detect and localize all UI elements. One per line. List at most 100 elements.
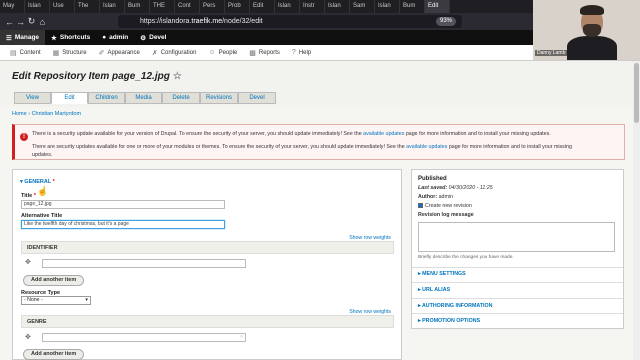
menu-settings-toggle[interactable]: ▸ MENU SETTINGS bbox=[418, 271, 466, 277]
title-label: Title * bbox=[21, 193, 36, 199]
author-value: admin bbox=[438, 194, 454, 200]
browser-tab[interactable]: Pers bbox=[200, 0, 225, 13]
home-icon[interactable]: ⌂ bbox=[37, 17, 48, 27]
browser-tab[interactable]: THE bbox=[150, 0, 175, 13]
alt-title-input[interactable]: Like the twelfth day of christmas, but i… bbox=[21, 220, 225, 229]
gear-icon: ⚙ bbox=[140, 34, 147, 42]
forward-icon[interactable]: → bbox=[15, 17, 26, 27]
menu-settings-label: MENU SETTINGS bbox=[422, 271, 466, 277]
divider bbox=[412, 298, 623, 299]
url-path: /node/32/edit bbox=[222, 18, 263, 25]
revision-log-textarea[interactable] bbox=[418, 222, 615, 252]
url-prefix: https://islandora. bbox=[140, 18, 192, 25]
reload-icon[interactable]: ↻ bbox=[26, 16, 37, 27]
content-icon: ▤ bbox=[10, 49, 17, 57]
browser-tab[interactable]: Edit bbox=[425, 0, 450, 13]
menu-help[interactable]: ? Help bbox=[286, 49, 317, 56]
user-button[interactable]: ● admin bbox=[96, 30, 134, 45]
published-status: Published bbox=[418, 176, 447, 182]
breadcrumb-home[interactable]: Home bbox=[12, 111, 27, 117]
tab-revisions[interactable]: Revisions bbox=[200, 92, 238, 104]
available-updates-link-1[interactable]: available updates bbox=[363, 131, 404, 137]
devel-button[interactable]: ⚙ Devel bbox=[134, 30, 172, 45]
add-genre-button[interactable]: Add another item bbox=[23, 349, 85, 360]
author-label: Author: bbox=[418, 194, 438, 200]
create-revision-checkbox[interactable]: Create new revision bbox=[418, 203, 472, 209]
browser-tab[interactable]: Sam bbox=[350, 0, 375, 13]
title-label-text: Title bbox=[21, 193, 33, 199]
menu-structure[interactable]: ▦ Structure bbox=[47, 49, 93, 57]
manage-label: Manage bbox=[14, 34, 40, 41]
address-bar[interactable]: https://islandora.traefik.me/node/32/edi… bbox=[118, 15, 462, 28]
title-required-marker: * bbox=[33, 193, 36, 199]
url-host: traefik.me bbox=[191, 18, 223, 25]
alt-title-label: Alternative Title bbox=[21, 213, 63, 219]
menu-appearance[interactable]: ✐ Appearance bbox=[93, 49, 146, 57]
chevron-down-icon: ▾ bbox=[85, 297, 88, 303]
message-2-text: There are security updates available for… bbox=[32, 144, 407, 150]
tab-delete[interactable]: Delete bbox=[162, 92, 200, 104]
browser-tab[interactable]: Bum bbox=[400, 0, 425, 13]
breadcrumb-item[interactable]: Christian Martyrdom bbox=[32, 111, 82, 117]
general-section-toggle[interactable]: ▾ GENERAL * bbox=[20, 179, 55, 185]
revision-help: Briefly describe the changes you have ma… bbox=[418, 255, 514, 260]
local-tabs: View Edit Children Media Delete Revisions Deve… bbox=[14, 92, 276, 104]
chart-icon: ▩ bbox=[249, 49, 256, 57]
devel-label: Devel bbox=[149, 34, 167, 41]
browser-tab[interactable]: May bbox=[0, 0, 25, 13]
browser-tab[interactable]: Islan bbox=[325, 0, 350, 13]
help-icon: ? bbox=[291, 49, 296, 56]
authoring-information-label: AUTHORING INFORMATION bbox=[421, 303, 493, 309]
tab-view[interactable]: View bbox=[14, 92, 51, 104]
tab-edit[interactable]: Edit bbox=[51, 92, 88, 104]
title-input[interactable]: page_12.jpg bbox=[21, 200, 225, 209]
browser-tab[interactable]: Use bbox=[50, 0, 75, 13]
drag-handle-icon[interactable]: ✥ bbox=[25, 258, 31, 266]
menu-reports[interactable]: ▩ Reports bbox=[243, 49, 286, 57]
browser-tab[interactable]: Edit bbox=[250, 0, 275, 13]
genre-drag-handle-icon[interactable]: ✥ bbox=[25, 333, 31, 341]
shortcut-star-icon[interactable]: ☆ bbox=[173, 71, 182, 82]
browser-tab[interactable]: Islan bbox=[375, 0, 400, 13]
browser-tab[interactable]: Instr bbox=[300, 0, 325, 13]
tab-children[interactable]: Children bbox=[88, 92, 125, 104]
browser-tab[interactable]: Prob bbox=[225, 0, 250, 13]
tab-media[interactable]: Media bbox=[125, 92, 162, 104]
error-icon: ! bbox=[20, 133, 28, 141]
back-icon[interactable]: ← bbox=[4, 17, 15, 27]
browser-tab[interactable]: Islan bbox=[25, 0, 50, 13]
identifier-header: IDENTIFIER bbox=[21, 241, 394, 254]
browser-tab[interactable]: Islan bbox=[100, 0, 125, 13]
checkbox-checked-icon[interactable] bbox=[418, 203, 423, 209]
page-scrollbar[interactable] bbox=[633, 61, 640, 360]
available-updates-link-2[interactable]: available updates bbox=[406, 144, 447, 150]
menu-configuration[interactable]: ✗ Configuration bbox=[146, 49, 203, 57]
browser-tab[interactable]: The bbox=[75, 0, 100, 13]
promotion-options-toggle[interactable]: ▸ PROMOTION OPTIONS bbox=[418, 318, 480, 324]
resource-type-select[interactable]: - None - ▾ bbox=[21, 296, 91, 305]
authoring-information-toggle[interactable]: ▸ AUTHORING INFORMATION bbox=[418, 303, 492, 309]
browser-tab[interactable]: Bum bbox=[125, 0, 150, 13]
menu-content[interactable]: ▤ Content bbox=[4, 49, 47, 57]
browser-tab[interactable]: Cont bbox=[175, 0, 200, 13]
general-label: GENERAL bbox=[24, 179, 52, 185]
add-identifier-button[interactable]: Add another item bbox=[23, 275, 85, 286]
genre-input[interactable]: ○ bbox=[42, 333, 246, 342]
url-alias-toggle[interactable]: ▸ URL ALIAS bbox=[418, 287, 450, 293]
breadcrumb: Home › Christian Martyrdom bbox=[12, 111, 82, 117]
message-line-1: There is a security update available for… bbox=[32, 131, 551, 137]
identifier-input[interactable] bbox=[42, 259, 246, 268]
star-icon: ★ bbox=[51, 34, 57, 42]
manage-button[interactable]: ☰ Manage bbox=[0, 30, 46, 45]
webcam-name: Danny Lamb bbox=[535, 50, 568, 56]
menu-reports-label: Reports bbox=[258, 49, 280, 56]
menu-people[interactable]: ☺ People bbox=[202, 49, 243, 56]
zoom-indicator[interactable]: 93% bbox=[435, 17, 456, 26]
resource-type-value: - None - bbox=[24, 297, 43, 303]
message-2-text-end: page for more information and to install… bbox=[447, 144, 572, 150]
shortcuts-button[interactable]: ★ Shortcuts bbox=[45, 30, 96, 45]
revision-log-label: Revision log message bbox=[418, 212, 474, 218]
browser-tab[interactable]: Islan bbox=[275, 0, 300, 13]
scrollbar-thumb[interactable] bbox=[634, 63, 639, 123]
tab-devel[interactable]: Devel bbox=[238, 92, 276, 104]
